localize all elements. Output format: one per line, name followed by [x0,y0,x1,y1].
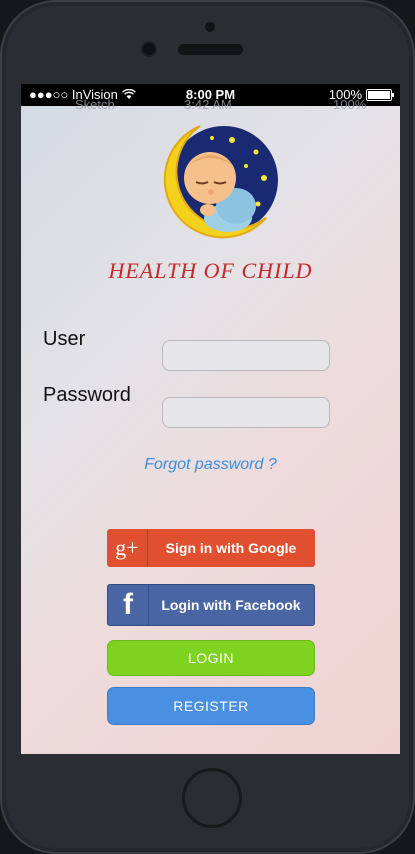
ghost-status-time: 3:42 AM [184,97,232,112]
earpiece-speaker [178,44,243,55]
facebook-icon: f [108,585,149,625]
password-label: Password [43,384,131,406]
ghost-status-left: Sketch [75,97,115,112]
phone-frame: ●●●○○ InVision 8:00 PM 100% Sketch 3:42 … [0,0,415,854]
google-signin-button[interactable]: g+ Sign in with Google [107,529,315,567]
ghost-status-right: 100% [333,97,367,112]
baby-moon-logo [163,125,278,239]
front-camera [143,43,155,55]
user-input[interactable] [162,340,330,371]
home-button[interactable] [182,768,242,828]
battery-icon [366,88,394,101]
login-label: LOGIN [187,650,235,666]
google-plus-icon: g+ [107,529,148,567]
forgot-password-link[interactable]: Forgot password ? [21,456,400,474]
facebook-login-label: Login with Facebook [161,597,301,613]
facebook-login-button[interactable]: f Login with Facebook [107,584,315,626]
password-input[interactable] [162,397,330,428]
app-title: HEALTH OF CHILD [108,258,313,283]
google-signin-label: Sign in with Google [165,540,297,556]
proximity-sensor [205,22,215,32]
login-button[interactable]: LOGIN [107,640,315,676]
register-label: REGISTER [173,698,249,714]
user-label: User [43,328,86,350]
register-button[interactable]: REGISTER [107,687,315,725]
ghost-status-bar: Sketch 3:42 AM 100% [21,97,400,112]
screen: ●●●○○ InVision 8:00 PM 100% Sketch 3:42 … [21,84,400,754]
login-screen: Sketch 3:42 AM 100% HEALTH OF CHILD User… [21,97,400,754]
